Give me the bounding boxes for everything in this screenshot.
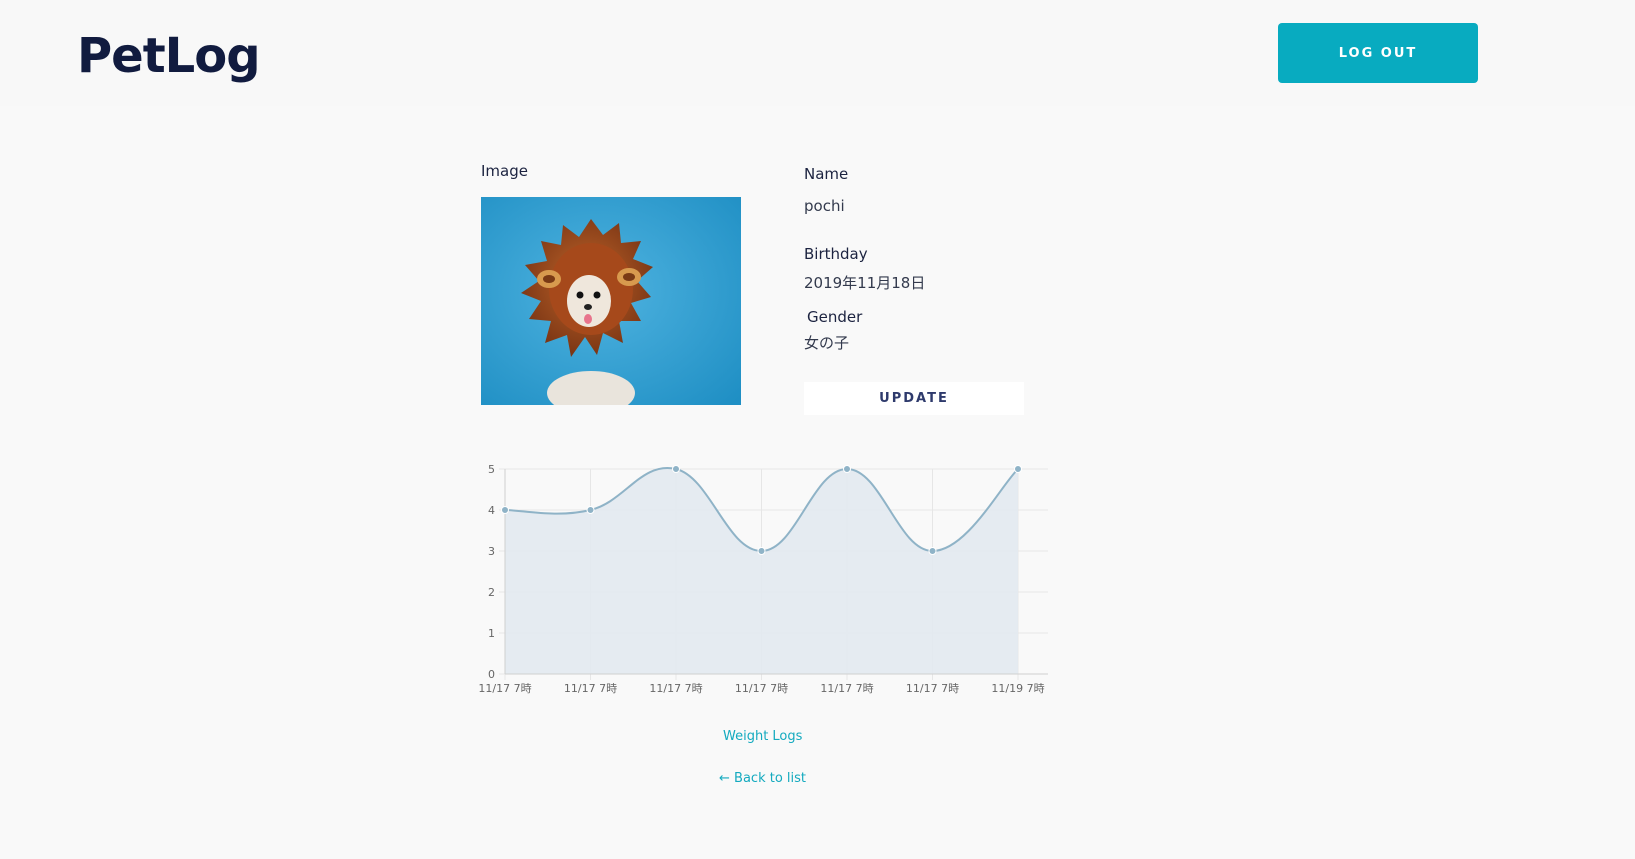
logout-button[interactable]: LOG OUT (1278, 23, 1478, 83)
weight-chart: 0 1 2 3 4 5 11/17 7時 11/17 7時 11/17 7時 11/17 7時 11… (478, 463, 1048, 695)
y-tick-label: 4 (488, 504, 495, 517)
data-point (843, 465, 851, 473)
update-button[interactable]: UPDATE (804, 382, 1024, 415)
y-tick-label: 0 (488, 668, 495, 681)
pet-photo (481, 197, 741, 405)
x-tick-label: 11/17 7時 (820, 682, 873, 695)
gender-label: Gender (807, 308, 863, 326)
x-tick-label: 11/17 7時 (564, 682, 617, 695)
image-label: Image (481, 162, 528, 180)
pet-gender: 女の子 (804, 334, 850, 352)
y-tick-label: 2 (488, 586, 495, 599)
back-arrow-icon: ← (719, 771, 730, 786)
y-tick-label: 3 (488, 545, 495, 558)
data-point (586, 506, 595, 514)
weight-logs-link[interactable]: Weight Logs (723, 729, 802, 744)
data-point (928, 547, 937, 555)
data-point (757, 547, 766, 555)
app-logo[interactable]: PetLog (77, 28, 261, 84)
x-tick-label: 11/19 7時 (991, 682, 1044, 695)
y-tick-label: 5 (488, 463, 495, 476)
data-point (501, 506, 509, 514)
data-point (1014, 465, 1022, 473)
y-tick-label: 1 (488, 627, 495, 640)
app-header: PetLog LOG OUT (0, 0, 1635, 106)
x-tick-label: 11/17 7時 (649, 682, 702, 695)
back-to-list-label: Back to list (734, 771, 807, 786)
birthday-label: Birthday (804, 245, 868, 263)
name-label: Name (804, 165, 849, 183)
x-tick-label: 11/17 7時 (906, 682, 959, 695)
x-tick-label: 11/17 7時 (478, 682, 531, 695)
data-point (672, 465, 680, 473)
pet-name: pochi (804, 197, 845, 215)
pet-birthday: 2019年11月18日 (804, 274, 926, 292)
x-tick-label: 11/17 7時 (735, 682, 788, 695)
back-to-list-link[interactable]: ← Back to list (719, 771, 806, 786)
